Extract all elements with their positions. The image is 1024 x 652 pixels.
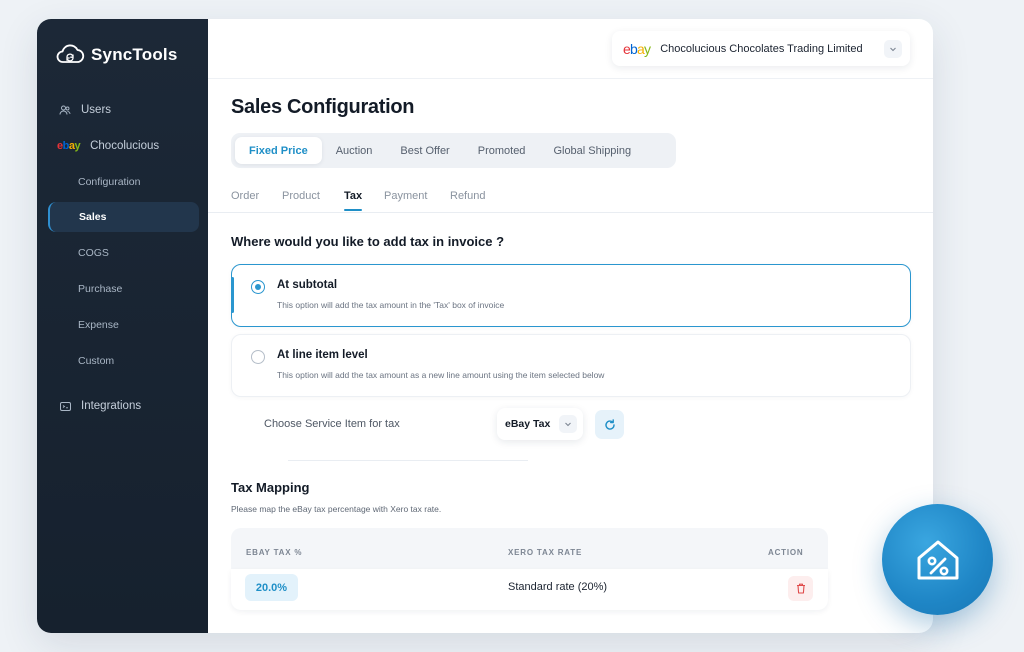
sidebar-item-label: Configuration	[78, 176, 141, 188]
sidebar-item-sales[interactable]: Sales	[48, 202, 199, 232]
subtab-payment[interactable]: Payment	[384, 190, 427, 202]
subtab-order[interactable]: Order	[231, 190, 259, 202]
sidebar-item-label: COGS	[78, 247, 109, 259]
subtab-product[interactable]: Product	[282, 190, 320, 202]
integrations-icon	[58, 399, 72, 413]
divider	[288, 460, 528, 461]
column-header-xero-tax-rate: XERO TAX RATE	[508, 548, 583, 557]
option-at-line-item-level[interactable]: At line item level This option will add …	[231, 334, 911, 397]
subtab-refund[interactable]: Refund	[450, 190, 485, 202]
option-title: At line item level	[277, 349, 368, 361]
option-title: At subtotal	[277, 279, 338, 291]
tax-house-badge[interactable]	[882, 504, 993, 615]
cloud-sync-icon	[56, 44, 85, 63]
brand-name: SyncTools	[91, 45, 178, 64]
tab-promoted[interactable]: Promoted	[464, 137, 540, 164]
ebay-logo: ebay	[623, 40, 651, 57]
sidebar: SyncTools Users ebay Chocolucious Config…	[37, 19, 208, 633]
refresh-icon	[604, 418, 615, 430]
page-title: Sales Configuration	[231, 96, 415, 118]
xero-tax-rate[interactable]: Standard rate (20%)	[508, 581, 607, 593]
option-at-subtotal[interactable]: At subtotal This option will add the tax…	[231, 264, 911, 327]
listing-type-tabs: Fixed Price Auction Best Offer Promoted …	[231, 133, 676, 168]
config-subtabs: Order Product Tax Payment Refund	[208, 184, 933, 213]
tax-placement-question: Where would you like to add tax in invoi…	[231, 234, 505, 249]
service-item-select[interactable]: eBay Tax	[497, 408, 583, 440]
sidebar-item-cogs[interactable]: COGS	[49, 238, 199, 268]
sidebar-item-chocolucious[interactable]: ebay Chocolucious	[49, 131, 199, 161]
tax-mapping-description: Please map the eBay tax percentage with …	[231, 504, 442, 514]
house-percent-icon	[917, 540, 958, 579]
sidebar-item-label: Purchase	[78, 283, 123, 295]
tab-auction[interactable]: Auction	[322, 137, 387, 164]
users-icon	[58, 103, 72, 117]
ebay-tax-badge: 20.0%	[245, 574, 298, 601]
organization-select[interactable]: ebay Chocolucious Chocolates Trading Lim…	[612, 31, 910, 66]
refresh-button[interactable]	[595, 410, 624, 439]
option-description: This option will add the tax amount in t…	[277, 300, 505, 310]
table-row: 20.0% Standard rate (20%)	[231, 569, 828, 610]
radio-at-line-item-level[interactable]	[251, 350, 265, 364]
top-bar: ebay Chocolucious Chocolates Trading Lim…	[208, 19, 933, 79]
sidebar-item-expense[interactable]: Expense	[49, 310, 199, 340]
radio-at-subtotal[interactable]	[251, 280, 265, 294]
sidebar-item-purchase[interactable]: Purchase	[49, 274, 199, 304]
tax-mapping-title: Tax Mapping	[231, 480, 310, 495]
delete-button[interactable]	[788, 576, 813, 601]
column-header-ebay-tax: EBAY TAX %	[246, 548, 303, 557]
chevron-down-icon	[559, 415, 577, 433]
column-header-action: ACTION	[768, 548, 804, 557]
ebay-logo: ebay	[57, 140, 81, 152]
chevron-down-icon[interactable]	[884, 39, 902, 58]
service-item-label: Choose Service Item for tax	[264, 418, 400, 430]
sidebar-item-configuration[interactable]: Configuration	[49, 167, 199, 197]
tab-best-offer[interactable]: Best Offer	[386, 137, 463, 164]
sidebar-item-users[interactable]: Users	[49, 95, 199, 125]
sidebar-item-label: Users	[81, 104, 112, 116]
sidebar-item-label: Integrations	[81, 400, 142, 412]
main-content: ebay Chocolucious Chocolates Trading Lim…	[208, 19, 933, 633]
tab-global-shipping[interactable]: Global Shipping	[539, 137, 645, 164]
sidebar-item-label: Custom	[78, 355, 115, 367]
sidebar-item-label: Sales	[79, 211, 107, 223]
app-window: SyncTools Users ebay Chocolucious Config…	[37, 19, 933, 633]
sidebar-item-custom[interactable]: Custom	[49, 346, 199, 376]
subtab-tax[interactable]: Tax	[344, 190, 363, 211]
tab-fixed-price[interactable]: Fixed Price	[235, 137, 322, 164]
sidebar-item-integrations[interactable]: Integrations	[49, 391, 199, 421]
organization-name: Chocolucious Chocolates Trading Limited	[660, 42, 863, 55]
brand[interactable]: SyncTools	[55, 43, 178, 67]
trash-icon	[796, 583, 805, 594]
sidebar-item-label: Expense	[78, 319, 119, 331]
service-item-value: eBay Tax	[505, 418, 551, 430]
sidebar-item-label: Chocolucious	[90, 140, 160, 152]
tax-mapping-table: EBAY TAX % XERO TAX RATE ACTION 20.0% St…	[231, 528, 828, 610]
option-description: This option will add the tax amount as a…	[277, 370, 605, 380]
